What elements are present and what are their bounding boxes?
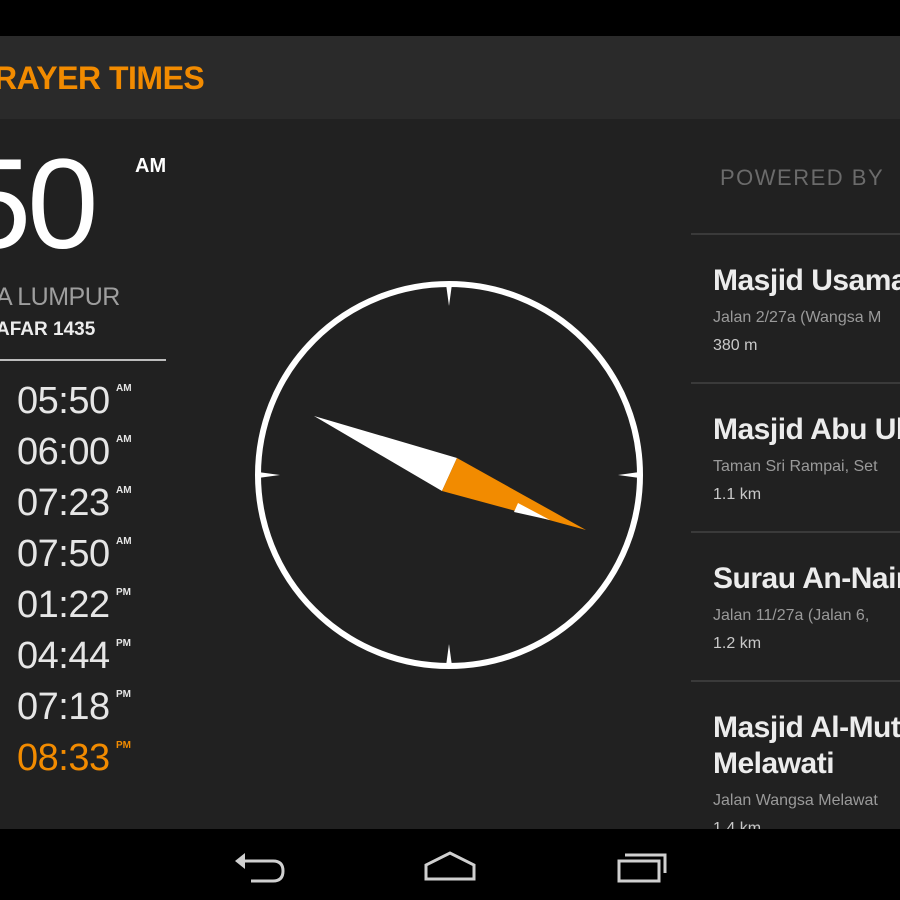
current-time: 50 bbox=[0, 133, 98, 276]
prayer-time-suffix: AM bbox=[116, 383, 132, 394]
mosque-distance: 1.2 km bbox=[713, 635, 762, 652]
list-item[interactable]: Masjid Usamah Jalan 2/27a (Wangsa M 380 … bbox=[691, 233, 900, 382]
mosque-name-line2: Melawati bbox=[713, 747, 835, 780]
mosque-name: Masjid Al-Mutt Melawati bbox=[713, 710, 900, 782]
prayer-time-suffix: PM bbox=[116, 740, 131, 751]
prayer-time-row[interactable]: 08:33 PM bbox=[17, 733, 177, 784]
mosque-name: Masjid Abu Uba bbox=[713, 413, 900, 446]
prayer-time-suffix: PM bbox=[116, 638, 131, 649]
status-bar bbox=[0, 0, 900, 36]
mosque-address: Jalan 2/27a (Wangsa M bbox=[713, 309, 882, 326]
prayer-time-row[interactable]: 07:23 AM bbox=[17, 478, 177, 529]
prayer-time: 06:00 bbox=[17, 431, 110, 473]
prayer-time-suffix: AM bbox=[116, 485, 132, 496]
mosque-list: Masjid Usamah Jalan 2/27a (Wangsa M 380 … bbox=[691, 233, 900, 829]
prayer-time: 04:44 bbox=[17, 635, 110, 677]
recents-icon[interactable] bbox=[611, 843, 671, 887]
city-name: A LUMPUR bbox=[0, 283, 120, 311]
mosque-distance: 380 m bbox=[713, 337, 758, 354]
list-item[interactable]: Surau An-Naim Jalan 11/27a (Jalan 6, 1.2… bbox=[691, 531, 900, 680]
mosque-distance: 1.4 km bbox=[713, 820, 762, 829]
prayer-time-suffix: AM bbox=[116, 434, 132, 445]
prayer-time: 08:33 bbox=[17, 737, 110, 779]
prayer-time: 07:18 bbox=[17, 686, 110, 728]
powered-by-label: POWERED BY bbox=[720, 165, 885, 190]
mosque-address: Jalan Wangsa Melawat bbox=[713, 792, 878, 809]
mosque-name-line1: Masjid Al-Mutt bbox=[713, 711, 900, 744]
prayer-times-list: 05:50 AM 06:00 AM 07:23 AM 07:50 AM 01:2… bbox=[17, 376, 177, 784]
qibla-compass bbox=[255, 281, 643, 669]
mosque-address: Taman Sri Rampai, Set bbox=[713, 458, 878, 475]
compass-tick-east bbox=[618, 472, 640, 478]
prayer-time: 05:50 bbox=[17, 380, 110, 422]
navigation-bar bbox=[0, 829, 900, 900]
prayer-time-row[interactable]: 06:00 AM bbox=[17, 427, 177, 478]
compass-tick-west bbox=[258, 472, 280, 478]
list-item[interactable]: Masjid Al-Mutt Melawati Jalan Wangsa Mel… bbox=[691, 680, 900, 829]
prayer-time-suffix: PM bbox=[116, 587, 131, 598]
home-icon[interactable] bbox=[420, 843, 480, 887]
compass-tick-north bbox=[446, 284, 452, 306]
compass-needle-south bbox=[442, 458, 586, 530]
prayer-time: 01:22 bbox=[17, 584, 110, 626]
mosque-distance: 1.1 km bbox=[713, 486, 762, 503]
app-title: RAYER TIMES bbox=[0, 60, 205, 96]
prayer-time-row[interactable]: 04:44 PM bbox=[17, 631, 177, 682]
mosque-name: Masjid Usamah bbox=[713, 264, 900, 297]
divider bbox=[0, 359, 166, 361]
prayer-time: 07:23 bbox=[17, 482, 110, 524]
prayer-time-row[interactable]: 05:50 AM bbox=[17, 376, 177, 427]
prayer-time-suffix: AM bbox=[116, 536, 132, 547]
prayer-time-row[interactable]: 01:22 PM bbox=[17, 580, 177, 631]
compass-needle-north bbox=[314, 416, 457, 491]
mosque-address: Jalan 11/27a (Jalan 6, bbox=[713, 607, 870, 624]
current-time-ampm: AM bbox=[135, 155, 167, 177]
prayer-time-suffix: PM bbox=[116, 689, 131, 700]
main-content: 50 AM A LUMPUR AFAR 1435 05:50 AM 06:00 … bbox=[0, 119, 900, 829]
action-bar: RAYER TIMES bbox=[0, 36, 900, 119]
list-item[interactable]: Masjid Abu Uba Taman Sri Rampai, Set 1.1… bbox=[691, 382, 900, 531]
mosque-name: Surau An-Naim bbox=[713, 562, 900, 595]
prayer-time-row[interactable]: 07:50 AM bbox=[17, 529, 177, 580]
prayer-time: 07:50 bbox=[17, 533, 110, 575]
back-icon[interactable] bbox=[229, 843, 289, 887]
prayer-time-row[interactable]: 07:18 PM bbox=[17, 682, 177, 733]
compass-tick-south bbox=[446, 644, 452, 666]
hijri-date: AFAR 1435 bbox=[0, 319, 96, 340]
